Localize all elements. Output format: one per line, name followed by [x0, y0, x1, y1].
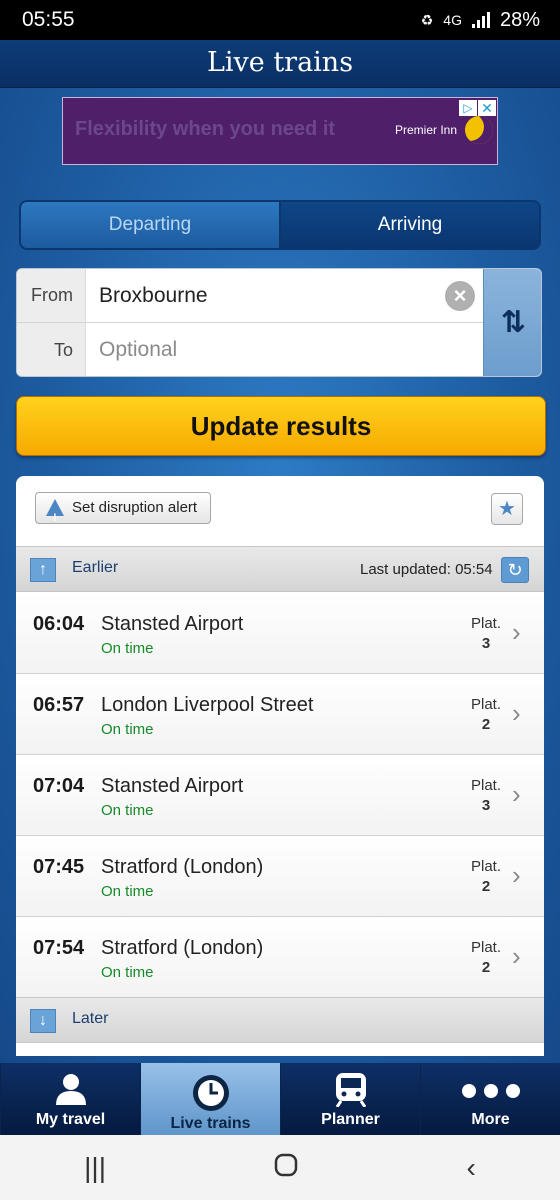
train-status: On time [101, 721, 154, 738]
chevron-right-icon: › [512, 617, 521, 647]
train-row[interactable]: 06:04 Stansted Airport On time Plat. 3 › [16, 593, 544, 674]
tab-live-trains[interactable]: Live trains [140, 1063, 280, 1135]
from-input[interactable] [99, 269, 449, 322]
tab-label: Live trains [170, 1115, 251, 1132]
later-bar[interactable]: ↓ Later [16, 997, 544, 1043]
destination: Stratford (London) [101, 856, 264, 878]
clear-icon[interactable]: × [445, 281, 475, 311]
last-updated-text: Last updated: 05:54 [360, 561, 493, 578]
to-input[interactable] [99, 323, 449, 376]
tab-more[interactable]: More [420, 1063, 560, 1135]
ad-text: Flexibility when you need it [75, 118, 336, 140]
mode-toggle: Departing Arriving [19, 200, 541, 250]
platform-label: Plat. [470, 777, 501, 794]
platform-number: 3 [481, 797, 491, 814]
later-label: Later [72, 1010, 109, 1027]
home-icon[interactable] [274, 1152, 298, 1184]
signal-icon [471, 12, 490, 28]
network-type: 4G [443, 12, 462, 28]
bottom-tab-bar: My travel Live trains Planner More [0, 1063, 560, 1135]
destination: Stratford (London) [101, 937, 264, 959]
destination: London Liverpool Street [101, 694, 314, 716]
train-status: On time [101, 802, 154, 819]
battery-level: 28% [499, 8, 540, 31]
more-dots-icon [461, 1084, 520, 1098]
person-icon [55, 1074, 86, 1105]
chevron-right-icon: › [512, 860, 521, 890]
train-status: On time [101, 964, 154, 981]
platform-label: Plat. [470, 858, 501, 875]
to-label: To [17, 323, 86, 376]
from-row: From × [17, 269, 483, 323]
status-bar: 05:55 ♻ 4G 28% [0, 0, 560, 40]
status-indicators: ♻ 4G 28% [421, 9, 540, 32]
from-label: From [17, 269, 86, 322]
close-icon[interactable]: ✕ [478, 100, 496, 116]
journey-form: From × To ⇅ [16, 268, 542, 377]
ad-choices-icon[interactable]: ▷ [459, 100, 477, 116]
earlier-label: Earlier [72, 559, 119, 576]
swap-stations-icon[interactable]: ⇅ [483, 269, 541, 376]
platform-number: 3 [481, 635, 491, 652]
tab-label: Planner [321, 1111, 380, 1128]
arriving-button[interactable]: Arriving [281, 202, 539, 248]
arrow-up-icon: ↑ [30, 558, 56, 582]
platform-number: 2 [481, 716, 491, 733]
arrow-down-icon: ↓ [30, 1009, 56, 1033]
tab-my-travel[interactable]: My travel [0, 1063, 140, 1135]
results-panel: ! Set disruption alert ★ ↑ Earlier Last … [16, 476, 544, 1056]
train-row[interactable]: 07:45 Stratford (London) On time Plat. 2 › [16, 836, 544, 917]
back-icon[interactable]: ‹ [467, 1152, 476, 1184]
train-row[interactable]: 07:54 Stratford (London) On time Plat. 2 › [16, 917, 544, 998]
tab-label: More [471, 1111, 510, 1128]
page-title: Live trains [0, 40, 560, 88]
tab-label: My travel [35, 1111, 106, 1128]
android-nav-bar: ||| ‹ [0, 1135, 560, 1200]
departure-time: 07:54 [33, 937, 85, 959]
to-row: To [17, 323, 483, 376]
train-icon [335, 1073, 366, 1107]
platform-label: Plat. [470, 696, 501, 713]
destination: Stansted Airport [101, 775, 244, 797]
recent-apps-icon[interactable]: ||| [84, 1152, 106, 1184]
favourite-star-icon[interactable]: ★ [491, 493, 523, 525]
set-disruption-alert-button[interactable]: ! Set disruption alert [35, 492, 211, 524]
train-row[interactable]: 07:04 Stansted Airport On time Plat. 3 › [16, 755, 544, 836]
ad-banner[interactable]: Flexibility when you need it Premier Inn… [62, 97, 498, 165]
chevron-right-icon: › [512, 779, 521, 809]
departing-button[interactable]: Departing [21, 202, 281, 248]
departure-time: 07:45 [33, 856, 85, 878]
departure-time: 06:57 [33, 694, 85, 716]
disruption-button-label: Set disruption alert [72, 499, 198, 516]
train-status: On time [101, 640, 154, 657]
status-time: 05:55 [22, 8, 75, 31]
earlier-bar[interactable]: ↑ Earlier Last updated: 05:54 ↻ [16, 546, 544, 592]
platform-number: 2 [481, 878, 491, 895]
platform-label: Plat. [470, 939, 501, 956]
train-status: On time [101, 883, 154, 900]
chevron-right-icon: › [512, 941, 521, 971]
ad-brand: Premier Inn [395, 123, 458, 137]
moon-icon [465, 116, 493, 144]
update-results-button[interactable]: Update results [16, 396, 546, 456]
chevron-right-icon: › [512, 698, 521, 728]
platform-number: 2 [481, 959, 491, 976]
tab-planner[interactable]: Planner [280, 1063, 420, 1135]
refresh-icon[interactable]: ↻ [501, 557, 529, 583]
platform-label: Plat. [470, 615, 501, 632]
train-row[interactable]: 06:57 London Liverpool Street On time Plat.… [16, 674, 544, 755]
departure-time: 06:04 [33, 613, 85, 635]
warning-icon: ! [46, 499, 64, 524]
recycle-icon: ♻ [420, 11, 434, 28]
destination: Stansted Airport [101, 613, 244, 635]
departure-time: 07:04 [33, 775, 85, 797]
clock-icon [192, 1075, 229, 1111]
